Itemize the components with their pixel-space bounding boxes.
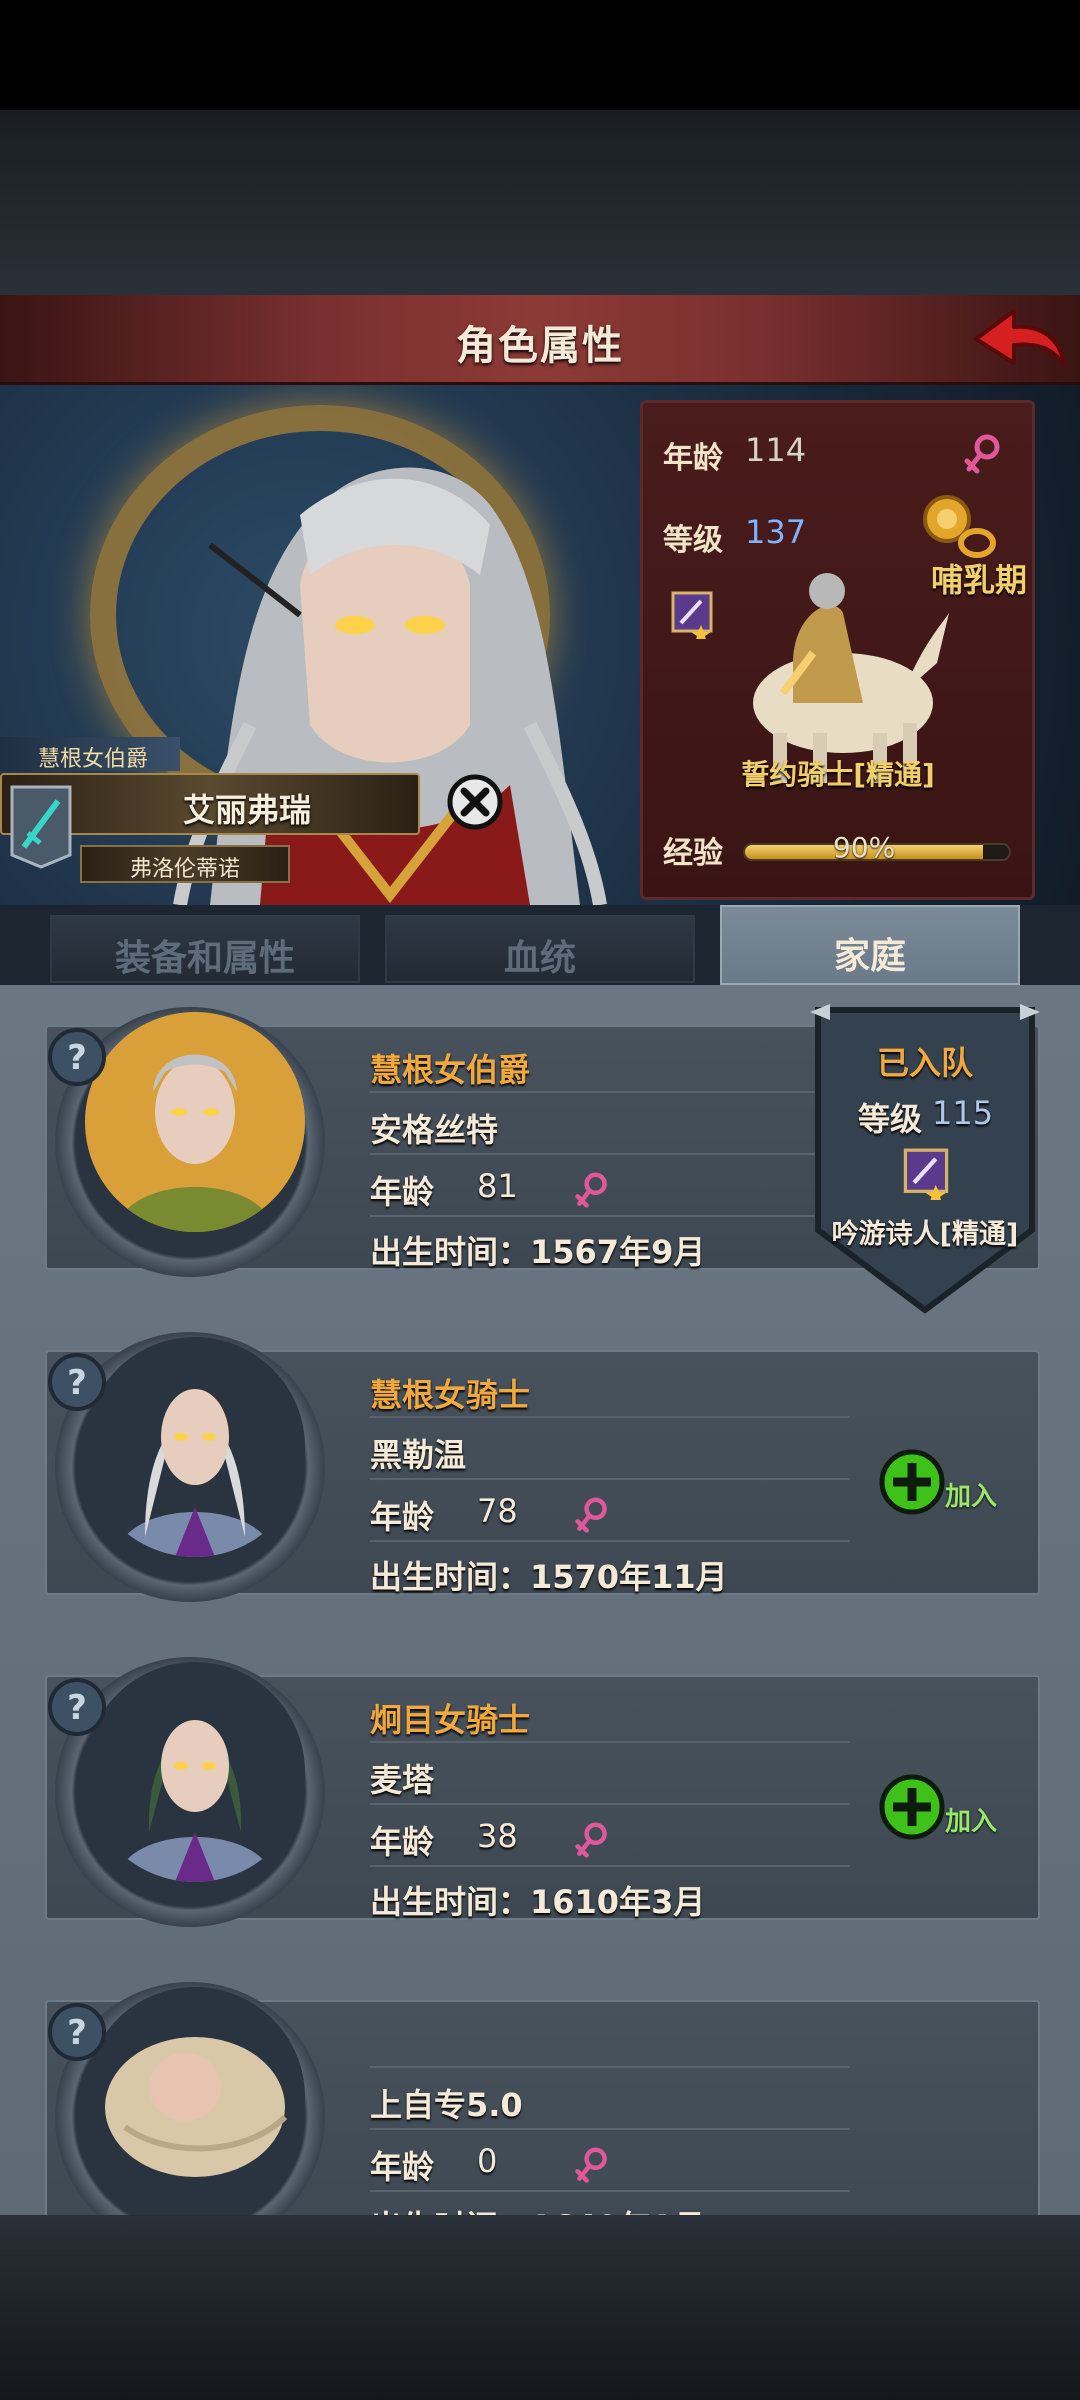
member-age: 38 <box>477 1817 518 1855</box>
divider <box>370 1153 850 1155</box>
member-birth: 出生时间：1567年9月 <box>370 1233 706 1271</box>
join-button-label[interactable]: 加入 <box>945 1801 997 1838</box>
sword-banner-icon <box>10 785 72 869</box>
member-portrait <box>85 1012 305 1232</box>
tab-family[interactable]: 家庭 <box>720 905 1020 985</box>
tab-bloodline[interactable]: 血统 <box>385 915 695 983</box>
member-age-label: 年龄 <box>370 2148 435 2186</box>
member-age: 0 <box>477 2142 498 2180</box>
family-member-card[interactable]: ? 慧根女骑士 黑勒温 年龄 78 出生时间：1570年11月 加入 <box>45 1332 1040 1602</box>
class-name: 誓约骑士[精通] <box>741 758 935 791</box>
member-age-label: 年龄 <box>370 1173 435 1211</box>
divider <box>370 2066 850 2068</box>
family-member-card[interactable]: ? 炯目女骑士 麦塔 年龄 38 出生时间：1610年3月 加入 <box>45 1657 1040 1927</box>
member-name: 麦塔 <box>370 1761 435 1799</box>
close-icon[interactable] <box>446 773 504 831</box>
family-name-plate: 弗洛伦蒂诺 <box>80 845 290 883</box>
character-hero-panel: 慧根女伯爵 艾丽弗瑞 弗洛伦蒂诺 年龄 114 等级 137 哺乳期 誓约骑士[… <box>0 385 1080 905</box>
member-portrait <box>85 1987 305 2207</box>
svg-text:?: ? <box>67 2013 87 2053</box>
svg-text:?: ? <box>67 1038 87 1078</box>
back-arrow-icon[interactable] <box>970 303 1070 377</box>
team-status: 已入队 <box>876 1044 973 1082</box>
add-icon[interactable] <box>877 1772 947 1842</box>
member-name: 上自专5.0 <box>370 2086 523 2124</box>
class-badge-icon <box>671 591 713 639</box>
help-icon[interactable]: ? <box>47 1027 107 1087</box>
divider <box>370 1865 850 1867</box>
member-age-label: 年龄 <box>370 1823 435 1861</box>
level-label: 等级 <box>663 523 723 558</box>
female-icon <box>575 2147 607 2183</box>
member-portrait <box>85 1662 305 1882</box>
title-bar: 角色属性 <box>0 295 1080 385</box>
family-name: 弗洛伦蒂诺 <box>129 857 240 882</box>
member-birth: 出生时间：1610年3月 <box>370 1883 706 1921</box>
divider <box>370 1803 850 1805</box>
stats-card: 年龄 114 等级 137 哺乳期 誓约骑士[精通] 经验 90% <box>640 400 1035 900</box>
navigation-bar <box>0 2215 1080 2400</box>
svg-text:?: ? <box>67 1363 87 1403</box>
member-birth: 出生时间：1570年11月 <box>370 1558 728 1596</box>
member-portrait <box>85 1337 305 1557</box>
help-icon[interactable]: ? <box>47 2002 107 2062</box>
team-class-name: 吟游诗人[精通] <box>831 1219 1019 1250</box>
female-icon <box>964 434 1000 474</box>
member-age-label: 年龄 <box>370 1498 435 1536</box>
divider <box>370 2128 850 2130</box>
level-value: 137 <box>745 513 807 551</box>
help-icon[interactable]: ? <box>47 1352 107 1412</box>
divider <box>370 1215 850 1217</box>
divider <box>370 1540 850 1542</box>
divider <box>370 1741 850 1743</box>
female-icon <box>575 1172 607 1208</box>
female-icon <box>575 1497 607 1533</box>
member-age: 78 <box>477 1492 518 1530</box>
age-label: 年龄 <box>663 441 723 476</box>
divider <box>370 2190 850 2192</box>
svg-text:?: ? <box>67 1688 87 1728</box>
help-icon[interactable]: ? <box>47 1677 107 1737</box>
xp-percent: 90% <box>833 831 896 864</box>
member-birth: 出生时间：1649年1月 <box>370 2202 705 2215</box>
team-level-label: 等级 <box>858 1100 923 1138</box>
top-background <box>0 110 1080 295</box>
divider <box>370 1091 850 1093</box>
tab-bar: 装备和属性 血统 家庭 <box>0 905 1080 985</box>
join-button-label[interactable]: 加入 <box>945 1476 997 1513</box>
member-name: 安格丝特 <box>370 1111 499 1149</box>
female-icon <box>575 1822 607 1858</box>
character-title: 慧根女伯爵 <box>38 747 149 772</box>
member-age: 81 <box>477 1167 518 1205</box>
class-badge-icon <box>903 1148 949 1200</box>
xp-label: 经验 <box>663 836 723 871</box>
page-title: 角色属性 <box>456 323 624 369</box>
member-title: 炯目女骑士 <box>370 1701 531 1739</box>
status-bar <box>0 0 1080 110</box>
character-title-tag: 慧根女伯爵 <box>0 737 180 772</box>
member-title: 慧根女骑士 <box>370 1376 531 1414</box>
divider <box>370 1478 850 1480</box>
member-name: 黑勒温 <box>370 1436 467 1474</box>
age-value: 114 <box>745 431 807 469</box>
add-icon[interactable] <box>877 1447 947 1517</box>
tab-equipment[interactable]: 装备和属性 <box>50 915 360 983</box>
character-name: 艾丽弗瑞 <box>182 791 311 829</box>
team-level-value: 115 <box>932 1094 994 1132</box>
family-member-card[interactable]: ? 上自专5.0 年龄 0 出生时间：1649年1月 <box>45 1982 1040 2215</box>
member-title: 慧根女伯爵 <box>370 1051 531 1089</box>
divider <box>370 1416 850 1418</box>
